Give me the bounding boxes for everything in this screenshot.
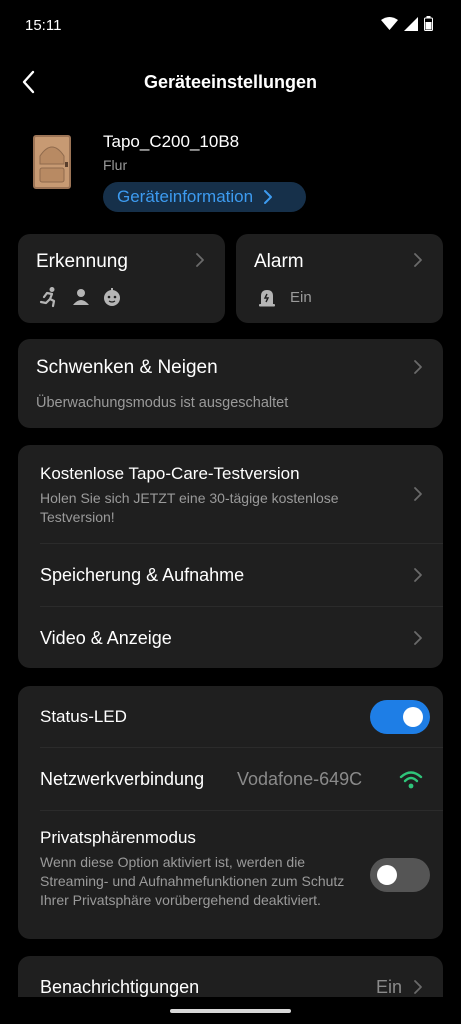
pan-tilt-subtitle: Überwachungsmodus ist ausgeschaltet <box>36 395 289 411</box>
chevron-right-icon <box>414 568 422 582</box>
chevron-right-icon <box>414 360 422 374</box>
storage-recording-row[interactable]: Speicherung & Aufnahme <box>18 544 443 606</box>
settings-card: Status-LED Netzwerkverbindung Vodafone-6… <box>18 686 443 939</box>
detection-card[interactable]: Erkennung <box>18 234 225 323</box>
toggle-knob <box>377 865 397 885</box>
privacy-toggle[interactable] <box>370 858 430 892</box>
pan-tilt-title: Schwenken & Neigen <box>36 357 218 378</box>
page-title: Geräteeinstellungen <box>143 72 318 92</box>
status-led-row: Status-LED <box>18 686 443 747</box>
wifi-status-icon <box>381 16 398 30</box>
device-summary: Tapo_C200_10B8 Flur Geräteinformation <box>0 126 461 216</box>
chevron-right-icon <box>264 190 273 204</box>
chevron-right-icon <box>414 631 422 645</box>
battery-icon <box>424 16 433 31</box>
chevron-right-icon <box>196 253 204 267</box>
pan-tilt-card[interactable]: Schwenken & Neigen Überwachungsmodus ist… <box>18 339 443 428</box>
door-icon <box>33 135 71 189</box>
storage-recording-title: Speicherung & Aufnahme <box>40 565 245 585</box>
tapo-care-row[interactable]: Kostenlose Tapo-Care-Testversion Holen S… <box>18 445 443 543</box>
privacy-row: Privatsphärenmodus Wenn diese Option akt… <box>18 811 443 939</box>
tapo-care-title: Kostenlose Tapo-Care-Testversion <box>40 464 300 483</box>
alarm-title: Alarm <box>254 251 304 272</box>
chevron-right-icon <box>414 980 422 994</box>
baby-face-icon <box>104 288 120 306</box>
detection-title: Erkennung <box>36 251 128 272</box>
device-name: Tapo_C200_10B8 <box>103 132 240 151</box>
signal-icon <box>404 16 418 31</box>
privacy-label: Privatsphärenmodus <box>40 828 196 847</box>
running-person-icon <box>39 287 56 308</box>
network-row[interactable]: Netzwerkverbindung Vodafone-649C <box>18 748 443 810</box>
notifications-label: Benachrichtigungen <box>40 977 200 997</box>
chevron-right-icon <box>414 487 422 501</box>
video-display-title: Video & Anzeige <box>40 628 172 648</box>
status-led-toggle[interactable] <box>370 700 430 734</box>
device-info-label: Geräteinformation <box>117 187 254 206</box>
network-value: Vodafone-649C <box>237 769 363 789</box>
tapo-care-subtitle: Holen Sie sich JETZT eine 30-tägige kost… <box>40 490 339 525</box>
notifications-value: Ein <box>376 977 403 997</box>
notifications-card[interactable]: Benachrichtigungen Ein <box>18 956 443 997</box>
toggle-knob <box>403 707 423 727</box>
privacy-description: Wenn diese Option aktiviert ist, werden … <box>40 854 345 908</box>
siren-icon <box>259 290 275 307</box>
chevron-right-icon <box>414 253 422 267</box>
status-led-label: Status-LED <box>40 707 127 726</box>
status-time: 15:11 <box>25 17 62 34</box>
device-info-button[interactable]: Geräteinformation <box>103 182 306 212</box>
status-bar: 15:11 <box>0 0 461 50</box>
wifi-icon <box>399 771 423 789</box>
video-display-row[interactable]: Video & Anzeige <box>18 607 443 668</box>
device-location: Flur <box>103 157 128 173</box>
home-indicator[interactable] <box>170 1009 291 1013</box>
alarm-card[interactable]: Alarm Ein <box>236 234 443 323</box>
app-header: Geräteeinstellungen <box>0 56 461 108</box>
network-label: Netzwerkverbindung <box>40 769 205 789</box>
services-card: Kostenlose Tapo-Care-Testversion Holen S… <box>18 445 443 668</box>
alarm-status: Ein <box>290 289 312 306</box>
person-icon <box>73 289 89 305</box>
